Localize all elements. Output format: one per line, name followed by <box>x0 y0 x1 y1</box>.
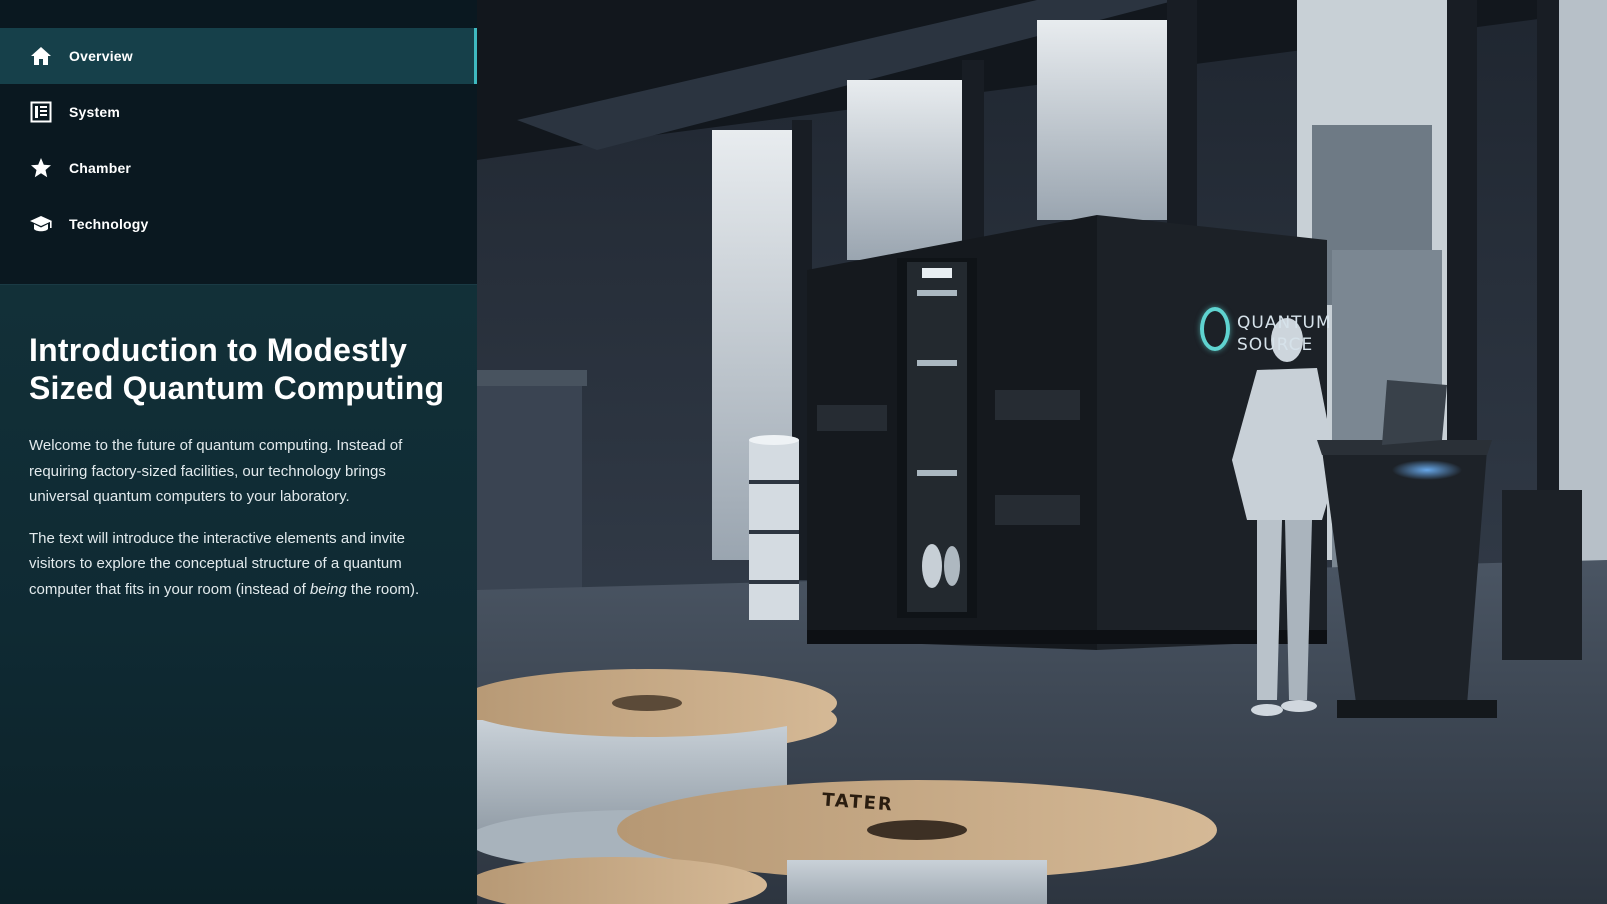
home-icon <box>29 44 53 68</box>
nav-top-strip <box>0 0 477 28</box>
sidebar: Overview System Chamber Technology Intro… <box>0 0 477 904</box>
emphasis-text: being <box>309 580 347 598</box>
brand-line-1: QUANTUM <box>1237 313 1332 333</box>
mortarboard-icon <box>29 212 53 236</box>
scene-viewport[interactable]: QUANTUM SOURCE TATER <box>477 0 1607 904</box>
nav-item-system[interactable]: System <box>0 84 477 140</box>
nav-item-technology[interactable]: Technology <box>0 196 477 252</box>
brand-line-2: SOURCE <box>1237 335 1314 355</box>
app-root: Overview System Chamber Technology Intro… <box>0 0 1607 904</box>
star-icon <box>29 156 53 180</box>
document-icon <box>29 100 53 124</box>
brand-label: QUANTUM SOURCE <box>1237 312 1332 356</box>
nav-item-chamber[interactable]: Chamber <box>0 140 477 196</box>
scene-illustration <box>477 0 1607 904</box>
nav-item-label: System <box>69 104 121 120</box>
nav-item-overview[interactable]: Overview <box>0 28 477 84</box>
brand-logo-icon <box>1200 307 1230 351</box>
nav-item-label: Overview <box>69 48 133 64</box>
nav-item-label: Chamber <box>69 160 132 176</box>
detail-paragraph: The text will introduce the interactive … <box>29 526 448 603</box>
intro-panel: Introduction to Modestly Sized Quantum C… <box>0 284 477 904</box>
page-title: Introduction to Modestly Sized Quantum C… <box>29 332 445 406</box>
intro-paragraph: Welcome to the future of quantum computi… <box>29 437 403 505</box>
nav-item-label: Technology <box>69 216 149 232</box>
detail-text-end: the room). <box>346 580 420 598</box>
main-nav: Overview System Chamber Technology <box>0 28 477 284</box>
